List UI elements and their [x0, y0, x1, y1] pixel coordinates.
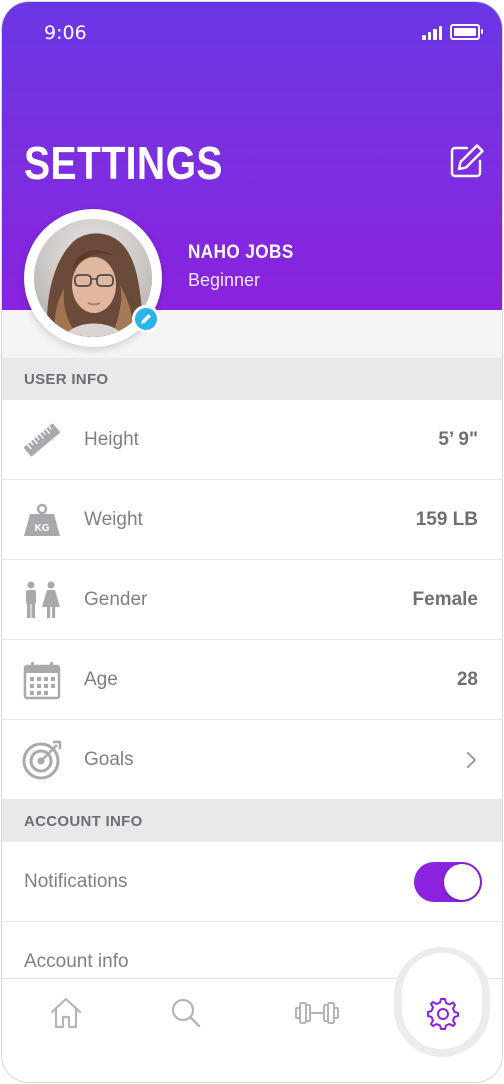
row-weight[interactable]: KG Weight 159 LB — [2, 480, 502, 560]
tab-search[interactable] — [168, 995, 204, 1031]
row-goals[interactable]: Goals — [2, 720, 502, 800]
row-gender[interactable]: Gender Female — [2, 560, 502, 640]
phone-frame: 9:06 SETTINGS NAHO JOBS Beginner USER IN… — [1, 1, 503, 1083]
edit-icon — [450, 144, 484, 178]
row-label: Notifications — [24, 871, 128, 892]
row-notifications: Notifications — [2, 842, 502, 922]
row-label: Weight — [84, 509, 143, 530]
dumbbell-icon — [295, 1002, 339, 1024]
tab-home[interactable] — [48, 995, 84, 1031]
page-title: SETTINGS — [24, 137, 223, 189]
weight-icon: KG — [24, 503, 60, 536]
search-icon — [171, 998, 201, 1028]
section-account-info: ACCOUNT INFO — [2, 800, 502, 842]
signal-icon — [422, 26, 442, 40]
tab-settings[interactable] — [424, 995, 460, 1031]
avatar-container — [24, 209, 162, 347]
row-age[interactable]: Age 28 — [2, 640, 502, 720]
row-label: Gender — [84, 589, 148, 610]
pencil-icon — [141, 314, 151, 324]
battery-icon — [450, 24, 483, 40]
edit-profile-button[interactable] — [448, 142, 486, 180]
row-value: 159 LB — [415, 509, 478, 530]
weight-icon-text: KG — [35, 523, 50, 534]
target-icon — [22, 740, 62, 780]
status-icons — [422, 24, 483, 40]
row-label: Height — [84, 429, 139, 450]
tab-workouts[interactable] — [294, 995, 340, 1031]
toggle-knob — [444, 864, 480, 900]
notifications-toggle[interactable] — [414, 862, 482, 902]
home-icon — [50, 997, 82, 1029]
row-label: Goals — [84, 749, 134, 770]
status-time: 9:06 — [44, 22, 87, 44]
row-label: Account info — [24, 951, 129, 972]
calendar-icon — [23, 662, 61, 700]
row-label: Age — [84, 669, 118, 690]
tab-bar — [2, 947, 502, 1082]
row-value: Female — [412, 589, 478, 610]
user-level: Beginner — [188, 270, 261, 290]
ruler-icon — [23, 423, 61, 457]
row-value: 5’ 9" — [438, 429, 478, 450]
user-name: NAHO JOBS — [188, 242, 294, 263]
avatar-edit-button[interactable] — [132, 305, 160, 333]
row-height[interactable]: Height 5’ 9" — [2, 400, 502, 480]
gear-icon — [427, 998, 459, 1030]
chevron-right-icon — [467, 752, 477, 768]
row-value: 28 — [456, 669, 478, 690]
gender-icon — [26, 581, 60, 618]
section-user-info: USER INFO — [2, 358, 502, 400]
